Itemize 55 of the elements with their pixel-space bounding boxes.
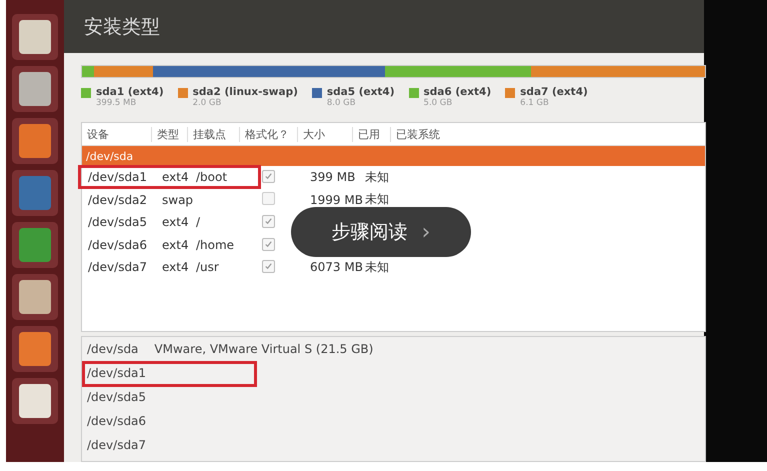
checkbox[interactable] xyxy=(262,260,275,274)
table-cell-text: ext4 xyxy=(161,238,190,252)
partition-size: 5.0 GB xyxy=(424,98,454,108)
table-cell-text: /dev/sda6 xyxy=(87,238,148,252)
column-header[interactable]: 设备 xyxy=(82,126,152,142)
table-cell: 未知 xyxy=(365,260,389,274)
table-cell-text: ext4 xyxy=(161,260,190,274)
partition-size: 2.0 GB xyxy=(192,98,222,108)
check-icon xyxy=(264,262,273,272)
table-cell-text: /dev/sda5 xyxy=(87,215,148,230)
column-header[interactable]: 已用 xyxy=(353,126,391,142)
table-cell: 1999 MB xyxy=(310,192,363,207)
list-item[interactable]: /dev/sda xyxy=(87,342,138,356)
table-cell-text: /dev/sda7 xyxy=(87,260,148,274)
table-cell-text: /dev/sda2 xyxy=(87,192,148,207)
list-item[interactable]: /dev/sda7 xyxy=(87,438,146,452)
list-item[interactable]: /dev/sda1 xyxy=(87,366,146,380)
column-header[interactable]: 类型 xyxy=(152,126,188,142)
check-icon xyxy=(264,240,273,249)
partition-size: 6.1 GB xyxy=(520,98,550,108)
disk-label: /dev/sda xyxy=(86,150,134,162)
table-cell: 未知 xyxy=(365,170,389,184)
list-item[interactable]: /dev/sda6 xyxy=(87,414,146,428)
column-header[interactable]: 格式化？ xyxy=(240,126,298,142)
partition-name: sda2 (linux-swap) xyxy=(192,86,298,98)
checkbox[interactable] xyxy=(262,238,275,251)
table-cell-text: ext4 xyxy=(161,215,190,230)
table-cell-text: /dev/sda1 xyxy=(87,170,148,184)
step-reading-button[interactable]: 步骤阅读 › xyxy=(291,207,471,257)
check-icon xyxy=(264,217,273,226)
partition-name: sda7 (ext4) xyxy=(520,86,588,98)
table-cell: / xyxy=(196,215,200,230)
checkbox[interactable] xyxy=(262,215,275,228)
column-header[interactable]: 挂载点 xyxy=(188,126,240,142)
partition-name: sda5 (ext4) xyxy=(326,86,395,98)
column-header[interactable]: 已装系统 xyxy=(391,126,481,142)
table-cell-text: ext4 xyxy=(161,170,190,184)
device-description: VMware, VMware Virtual S (21.5 GB) xyxy=(154,342,374,356)
check-icon xyxy=(264,172,273,182)
window-title: 安装类型 xyxy=(84,14,160,40)
partition-size: 399.5 MB xyxy=(96,98,138,108)
table-cell: /home xyxy=(196,238,234,252)
checkbox[interactable] xyxy=(262,192,275,205)
table-cell: 399 MB xyxy=(310,170,356,184)
table-cell: 6073 MB xyxy=(310,260,363,274)
table-cell: 未知 xyxy=(365,192,389,206)
table-cell-text: swap xyxy=(161,192,190,207)
partition-name: sda1 (ext4) xyxy=(96,86,164,98)
column-header[interactable]: 大小 xyxy=(298,126,353,142)
table-cell: /usr xyxy=(196,260,219,274)
partition-name: sda6 (ext4) xyxy=(424,86,492,98)
table-cell: /boot xyxy=(196,170,228,184)
list-item[interactable]: /dev/sda5 xyxy=(87,390,146,404)
checkbox[interactable] xyxy=(262,170,275,184)
partition-size: 8.0 GB xyxy=(326,98,357,108)
